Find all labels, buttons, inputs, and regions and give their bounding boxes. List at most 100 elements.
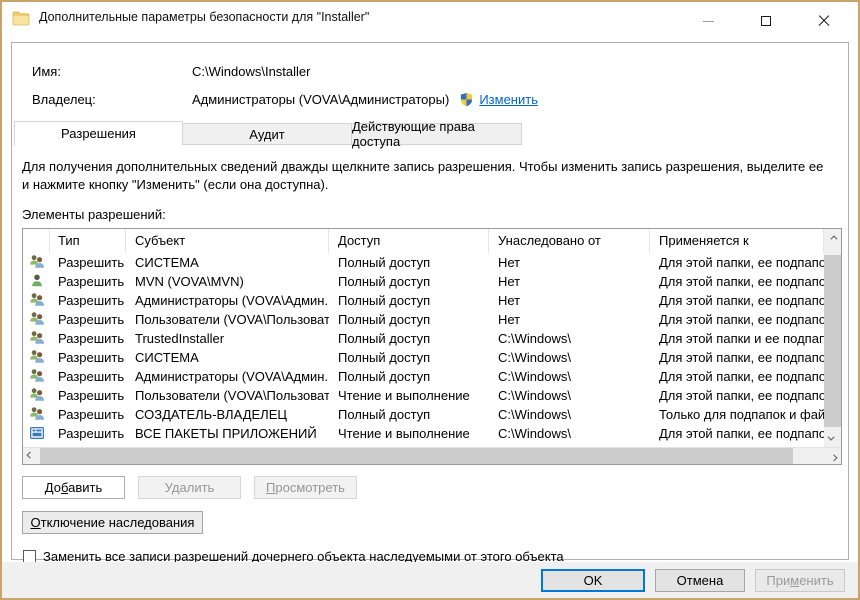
row-principal: Пользователи (VOVA\Пользоват... [126,312,329,327]
tab-permissions[interactable]: Разрешения [14,121,183,145]
owner-row: Владелец: Администраторы (VOVA\Администр… [32,85,828,113]
row-principal: MVN (VOVA\MVN) [126,274,329,289]
row-type: Разрешить [50,426,126,441]
cancel-button[interactable]: Отмена [655,569,745,592]
row-type: Разрешить [50,350,126,365]
name-value: C:\Windows\Installer [192,64,310,79]
table-row[interactable]: Разрешить ВСЕ ПАКЕТЫ ПРИЛОЖЕНИЙ Чтение и… [23,424,824,443]
table-row[interactable]: Разрешить TrustedInstaller Полный доступ… [23,329,824,348]
view-button[interactable]: Просмотреть [254,476,357,499]
vertical-scrollbar-thumb[interactable] [824,255,841,427]
disable-inheritance-button[interactable]: Отключение наследования [22,511,203,534]
column-header-principal[interactable]: Субъект [126,229,329,253]
tab-effective-access[interactable]: Действующие права доступа [351,123,522,145]
row-principal: ВСЕ ПАКЕТЫ ПРИЛОЖЕНИЙ [126,426,329,441]
folder-icon [12,11,30,26]
table-row[interactable]: Разрешить СОЗДАТЕЛЬ-ВЛАДЕЛЕЦ Полный дост… [23,405,824,424]
principal-icon [23,254,50,270]
table-row[interactable]: Разрешить Пользователи (VOVA\Пользоват..… [23,386,824,405]
chevron-left-icon [27,451,34,458]
two-users-icon [29,330,45,346]
permissions-tab-content: Для получения дополнительных сведений дв… [12,145,848,564]
row-applies-to: Для этой папки и ее подпапок [650,331,824,346]
column-header-type[interactable]: Тип [50,229,126,253]
table-row[interactable]: Разрешить СИСТЕМА Полный доступ Нет Для … [23,253,824,272]
permission-entries-label: Элементы разрешений: [22,207,842,222]
instructions-text: Для получения дополнительных сведений дв… [22,158,834,194]
row-applies-to: Для этой папки, ее подпапок и [650,312,824,327]
add-button[interactable]: Добавить [22,476,125,499]
window-title: Дополнительные параметры безопасности дл… [39,10,369,24]
remove-button[interactable]: Удалить [138,476,241,499]
close-button[interactable] [812,12,836,30]
app-package-icon [29,425,45,441]
close-icon [818,15,830,27]
maximize-button[interactable] [754,12,778,30]
row-type: Разрешить [50,312,126,327]
principal-icon [23,330,50,346]
row-type: Разрешить [50,369,126,384]
name-label: Имя: [32,64,192,79]
principal-icon [23,273,50,289]
row-principal: СОЗДАТЕЛЬ-ВЛАДЕЛЕЦ [126,407,329,422]
scroll-down-button[interactable] [824,430,841,447]
chevron-up-icon [830,235,837,242]
column-header-applies-to[interactable]: Применяется к [650,229,824,253]
apply-button[interactable]: Применить [755,569,845,592]
row-principal: Пользователи (VOVA\Пользоват... [126,388,329,403]
row-access: Полный доступ [329,350,489,365]
row-access: Чтение и выполнение [329,388,489,403]
tab-audit[interactable]: Аудит [182,123,352,145]
minimize-icon [703,21,714,22]
horizontal-scrollbar[interactable] [23,447,841,464]
table-row[interactable]: Разрешить Пользователи (VOVA\Пользоват..… [23,310,824,329]
permissions-table: Тип Субъект Доступ Унаследовано от Приме… [22,228,842,465]
column-header-inherited-from[interactable]: Унаследовано от [489,229,650,253]
minimize-button[interactable] [696,12,720,30]
two-users-icon [29,349,45,365]
row-applies-to: Для этой папки, ее подпапок и [650,350,824,365]
table-row[interactable]: Разрешить Администраторы (VOVA\Админ... … [23,291,824,310]
owner-label: Владелец: [32,92,192,107]
row-principal: TrustedInstaller [126,331,329,346]
uac-shield-icon [459,92,474,107]
object-info-section: Имя: C:\Windows\Installer Владелец: Адми… [12,43,848,113]
row-applies-to: Для этой папки, ее подпапок и [650,426,824,441]
horizontal-scrollbar-thumb[interactable] [40,448,793,464]
scroll-up-button[interactable] [824,229,841,246]
row-applies-to: Для этой папки, ее подпапок и [650,388,824,403]
row-inherited-from: C:\Windows\ [489,369,650,384]
row-applies-to: Для этой папки, ее подпапок и [650,369,824,384]
table-row[interactable]: Разрешить MVN (VOVA\MVN) Полный доступ Н… [23,272,824,291]
change-owner-link[interactable]: Изменить [479,92,538,107]
row-applies-to: Только для подпапок и файло [650,407,824,422]
vertical-scrollbar[interactable] [824,229,841,447]
replace-permissions-checkbox[interactable] [23,550,36,563]
row-type: Разрешить [50,407,126,422]
advanced-security-dialog: Дополнительные параметры безопасности дл… [0,0,860,600]
permissions-table-body: Разрешить СИСТЕМА Полный доступ Нет Для … [23,253,841,443]
principal-icon [23,368,50,384]
table-header: Тип Субъект Доступ Унаследовано от Приме… [23,229,824,253]
two-users-icon [29,292,45,308]
title-bar: Дополнительные параметры безопасности дл… [2,2,858,40]
row-access: Полный доступ [329,255,489,270]
scroll-left-button[interactable] [23,448,40,465]
row-principal: Администраторы (VOVA\Админ... [126,293,329,308]
principal-icon [23,349,50,365]
column-header-icon[interactable] [23,229,50,253]
row-type: Разрешить [50,255,126,270]
ok-button[interactable]: OK [541,569,645,592]
scroll-right-button[interactable] [824,448,841,465]
table-row[interactable]: Разрешить Администраторы (VOVA\Админ... … [23,367,824,386]
row-principal: СИСТЕМА [126,255,329,270]
chevron-right-icon [830,454,837,461]
two-users-icon [29,387,45,403]
column-header-access[interactable]: Доступ [329,229,489,253]
table-row[interactable]: Разрешить СИСТЕМА Полный доступ C:\Windo… [23,348,824,367]
entry-actions: Добавить Удалить Просмотреть [22,476,842,499]
row-type: Разрешить [50,331,126,346]
row-access: Полный доступ [329,293,489,308]
dialog-body-panel: Имя: C:\Windows\Installer Владелец: Адми… [11,42,849,560]
row-inherited-from: Нет [489,293,650,308]
